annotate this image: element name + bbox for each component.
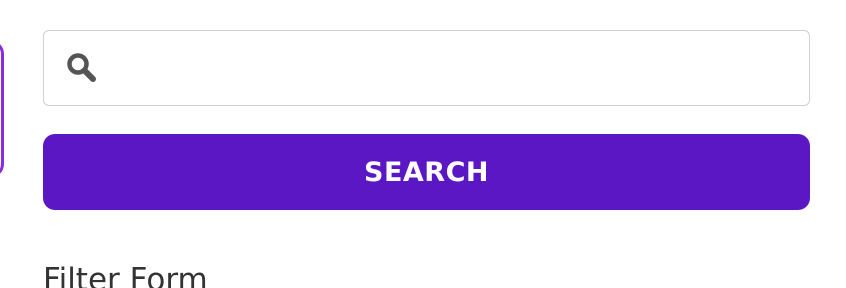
filter-form-heading: Filter Form xyxy=(43,262,208,288)
search-button[interactable]: SEARCH xyxy=(43,134,810,210)
side-panel-edge xyxy=(0,40,4,178)
search-icon xyxy=(67,53,96,82)
search-input[interactable] xyxy=(100,31,809,105)
search-field[interactable] xyxy=(43,30,810,106)
search-panel: SEARCH Filter Form xyxy=(0,0,846,288)
